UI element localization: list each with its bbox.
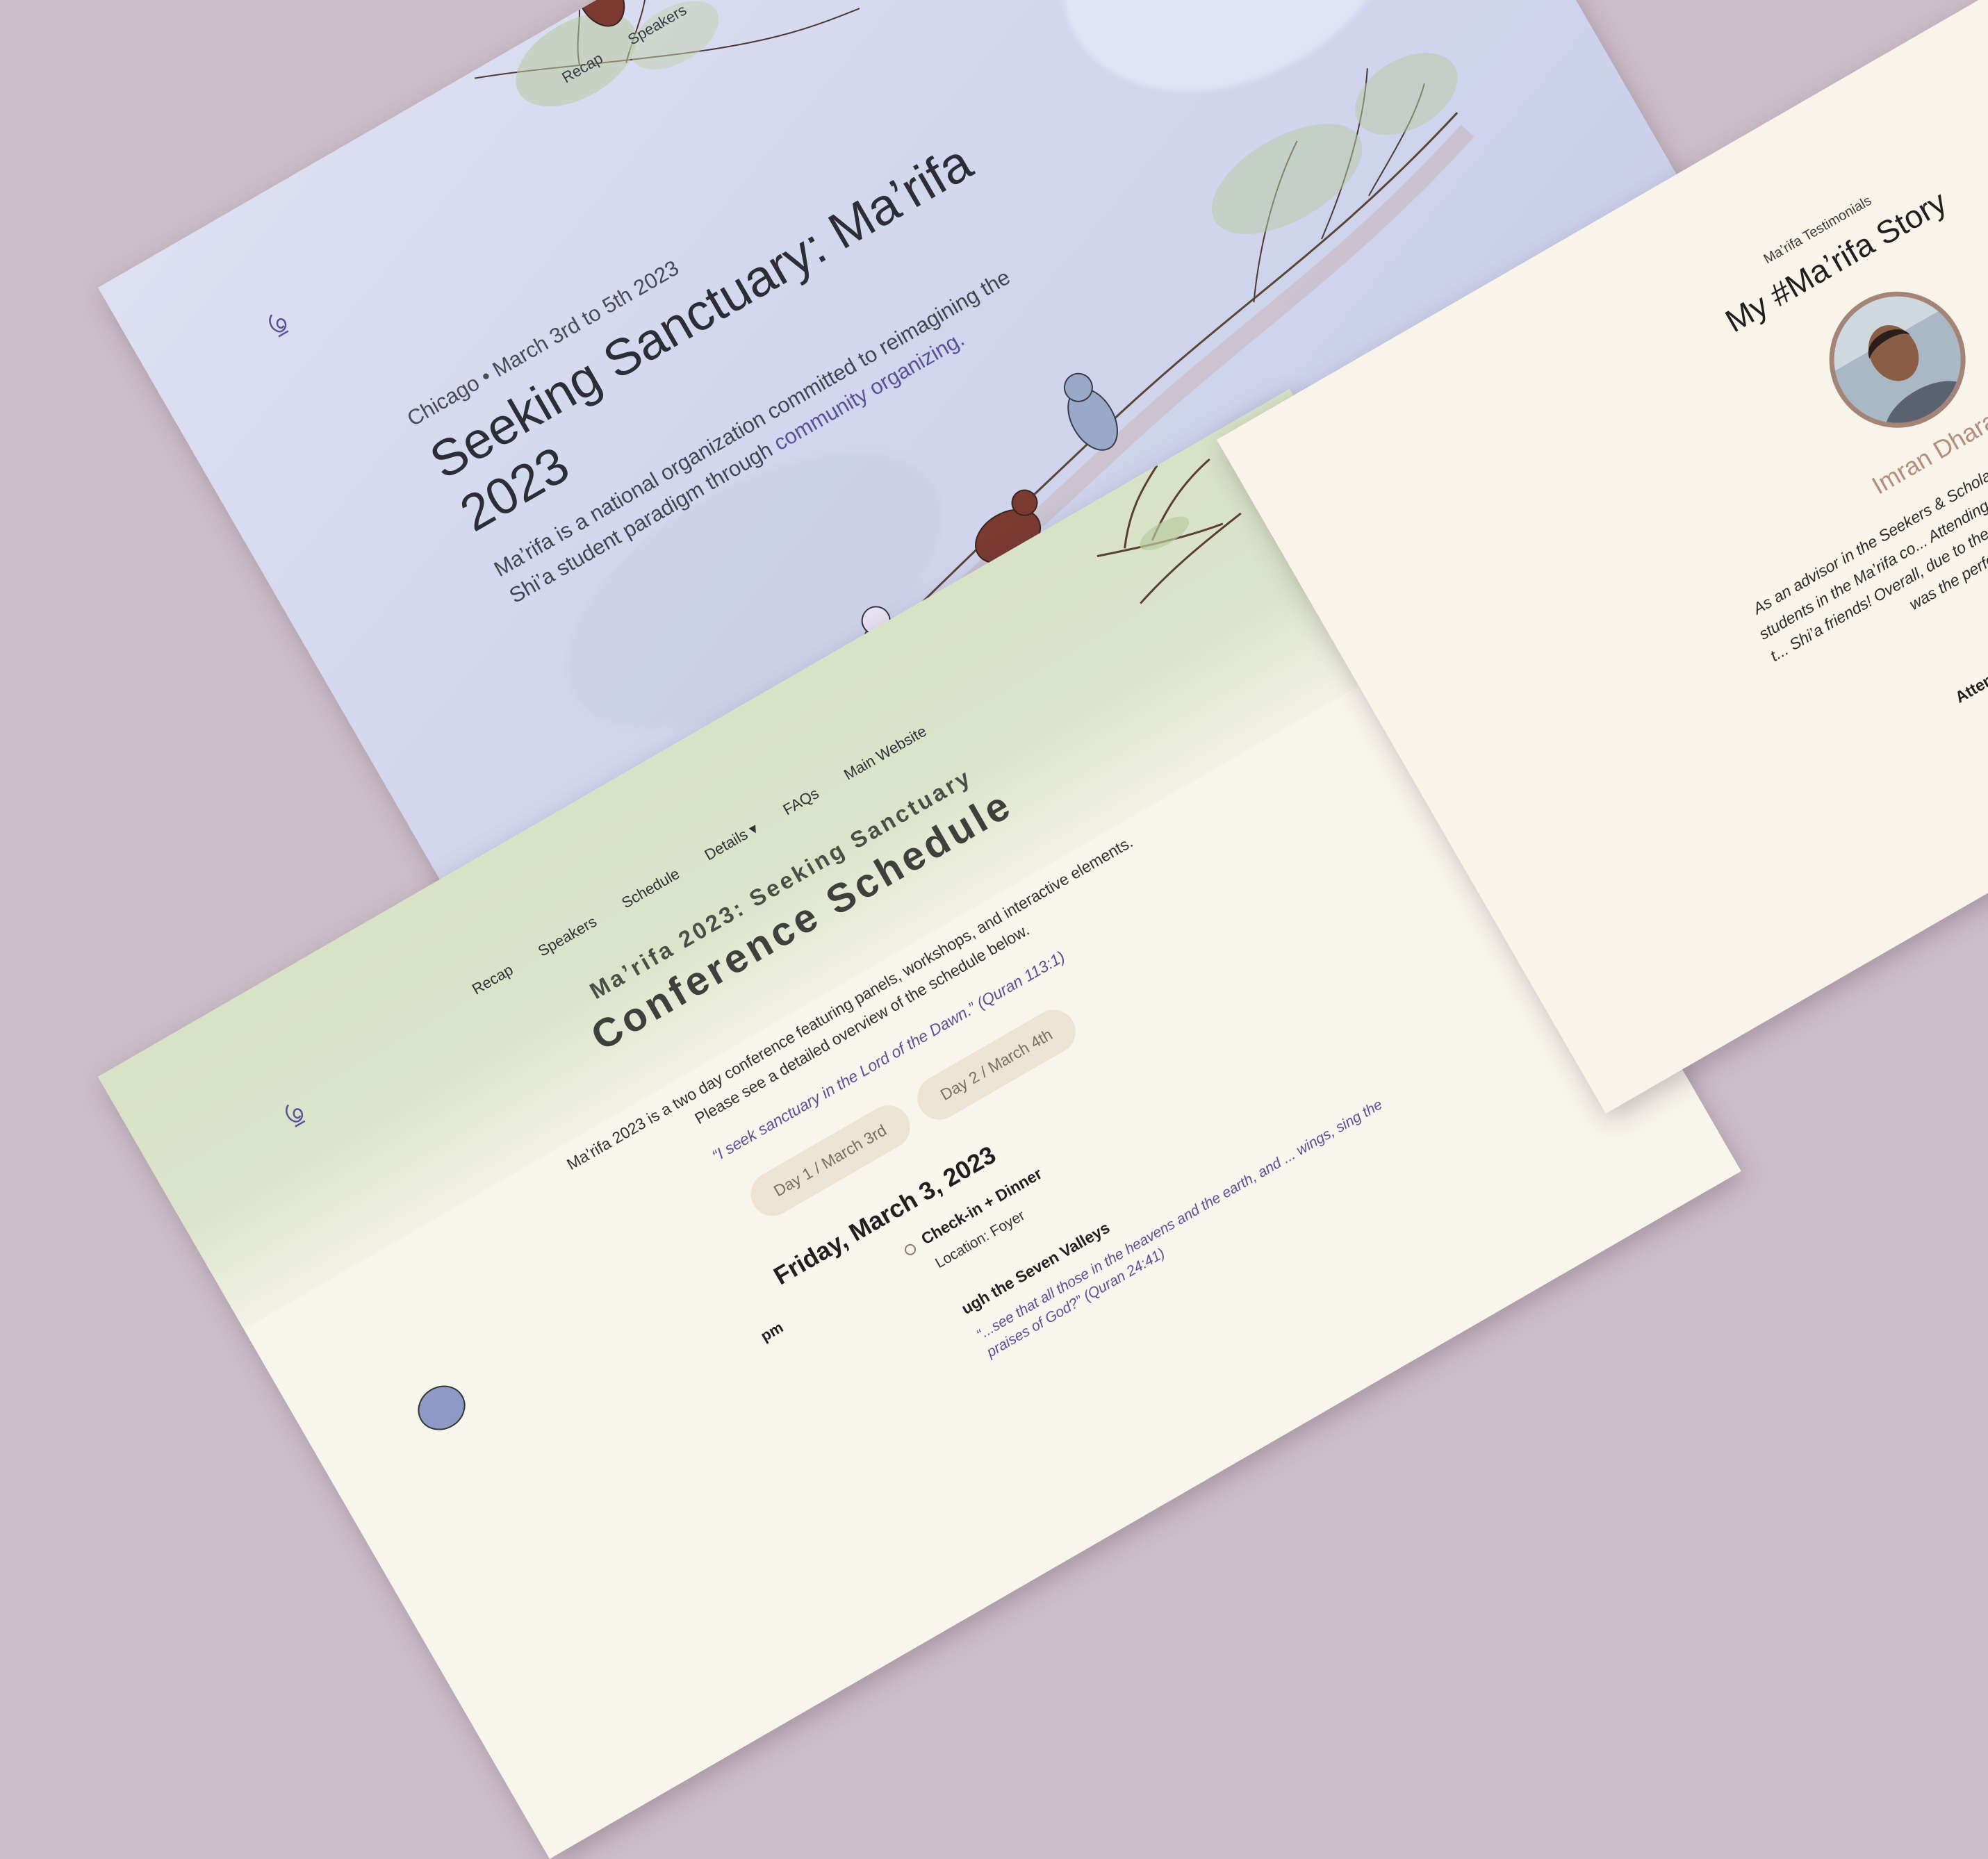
avatar-photo: [1811, 273, 1984, 447]
caret-down-icon: ▾: [746, 819, 762, 838]
